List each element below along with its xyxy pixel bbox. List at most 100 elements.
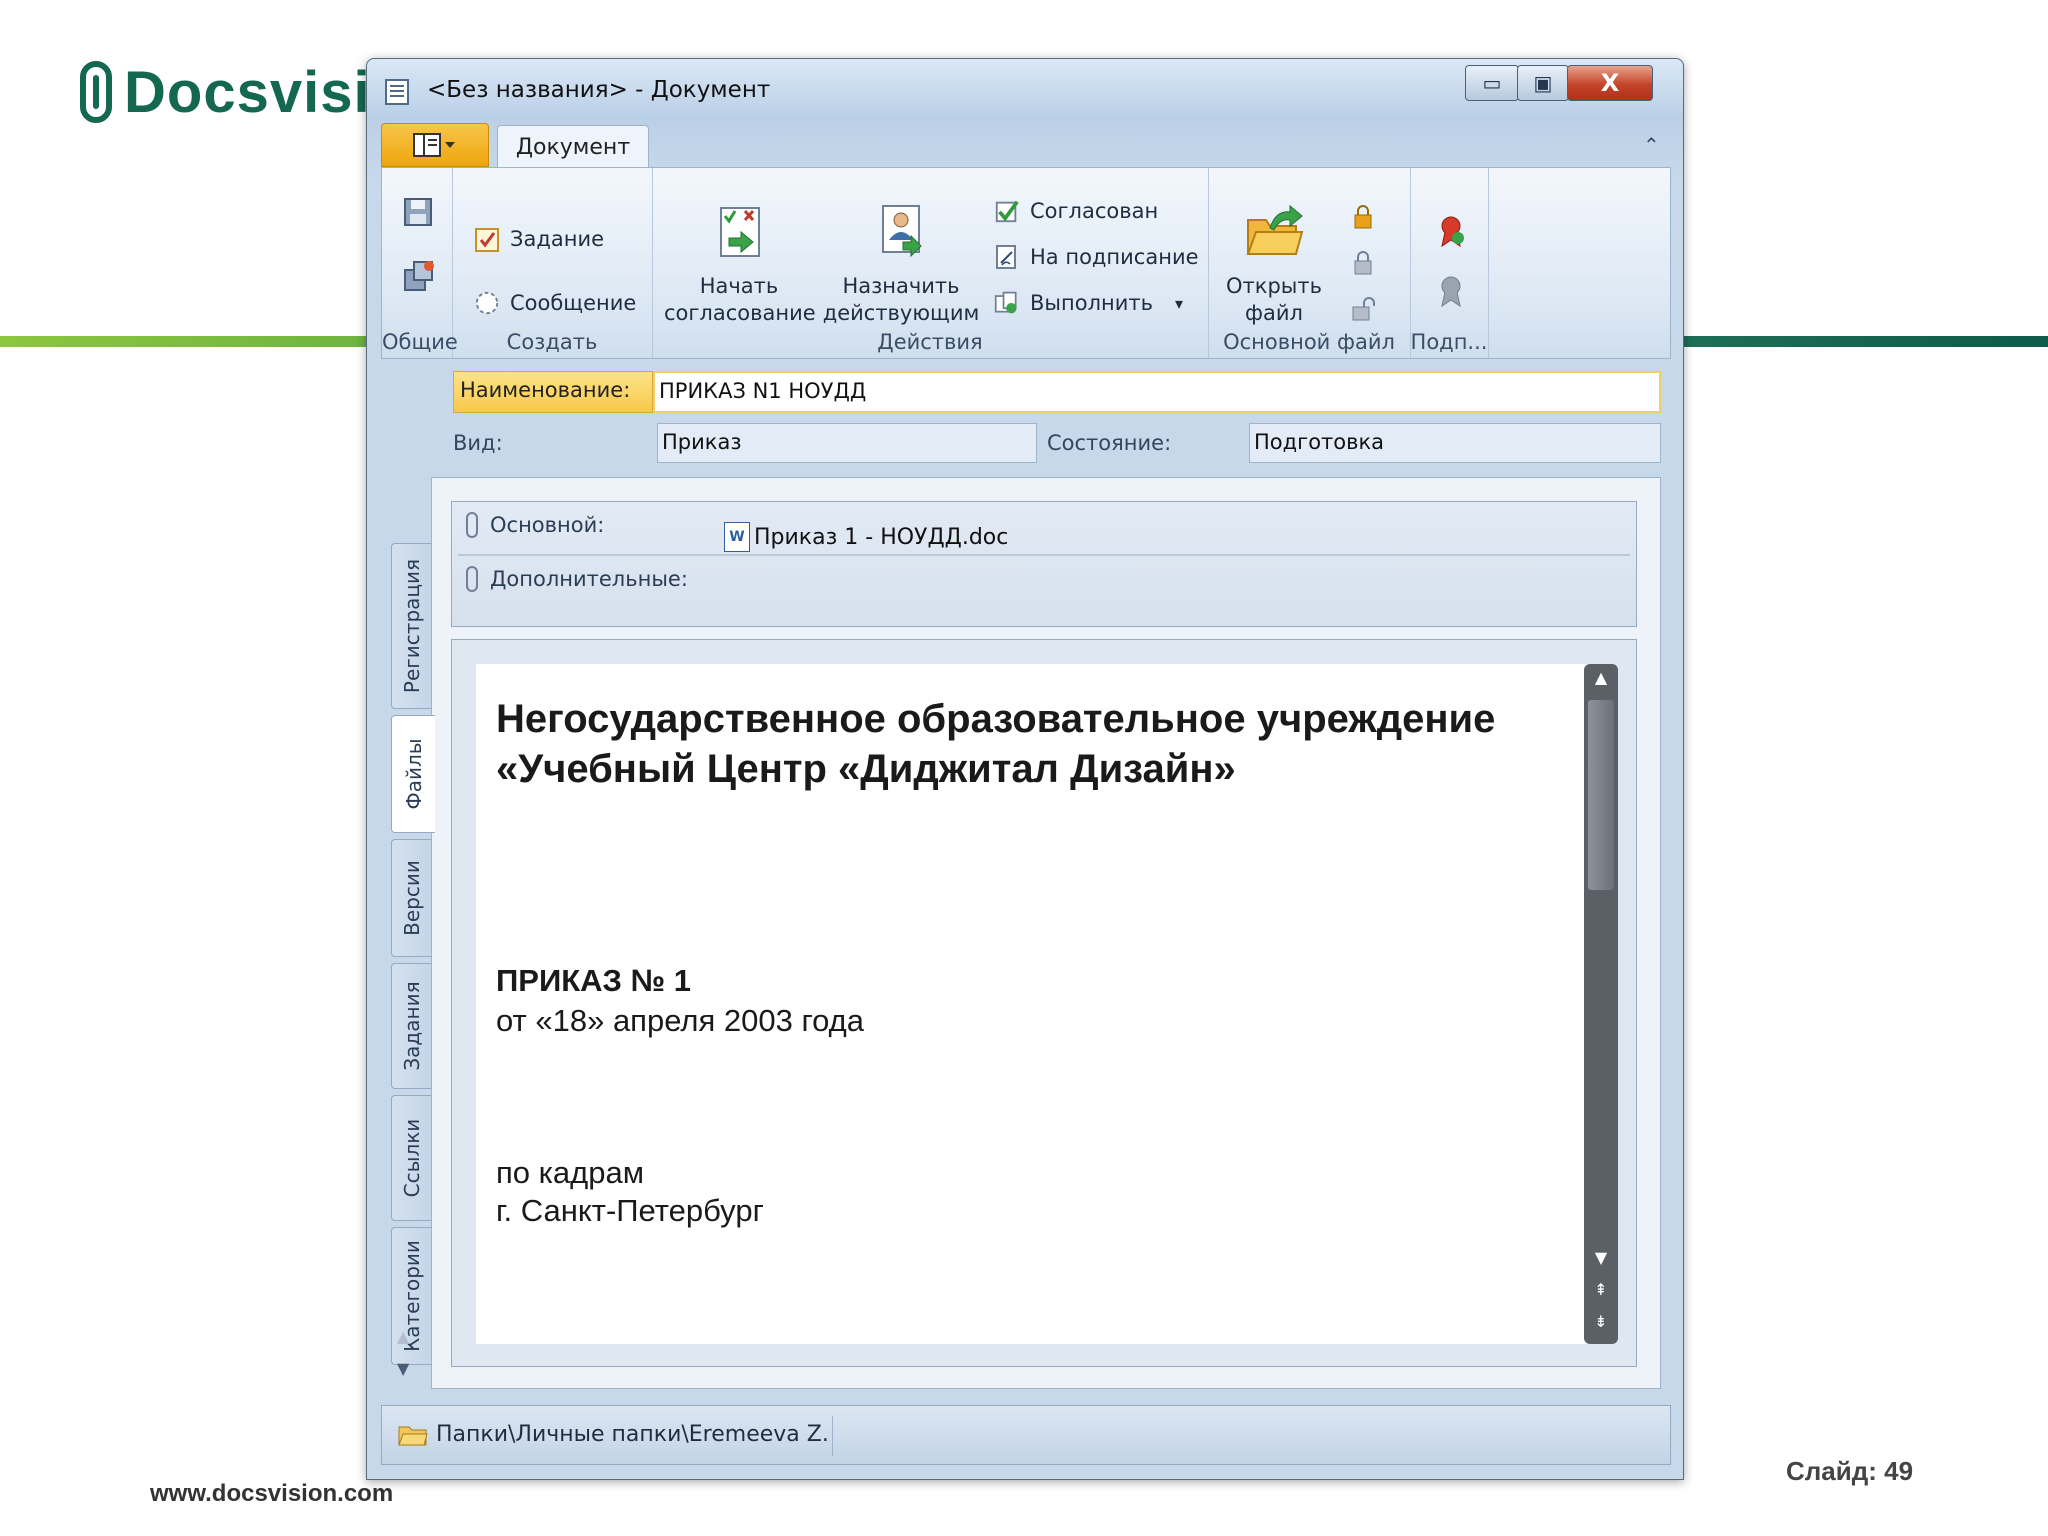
tab-versions[interactable]: Версии xyxy=(391,839,431,957)
tab-links[interactable]: Ссылки xyxy=(391,1095,431,1221)
tab-files-label: Файлы xyxy=(401,738,426,810)
kind-field[interactable]: Приказ xyxy=(657,423,1037,463)
maximize-icon: ▣ xyxy=(1533,71,1553,95)
preview-order-date: от «18» апреля 2003 года xyxy=(496,1003,865,1038)
assign-active-icon xyxy=(882,205,922,258)
tab-tasks[interactable]: Задания xyxy=(391,963,431,1089)
execute-dropdown-icon[interactable]: ▾ xyxy=(1175,294,1183,313)
assign-active-button[interactable]: Назначить действующим xyxy=(822,202,980,327)
close-icon: X xyxy=(1600,69,1620,97)
ribbon-collapse-icon[interactable]: ⌃ xyxy=(1643,133,1660,157)
folder-path[interactable]: Папки\Личные папки\Eremeeva Z. xyxy=(398,1422,829,1447)
title-bar[interactable]: <Без названия> - Документ ▭ ▣ X xyxy=(367,59,1683,119)
save-icon[interactable] xyxy=(402,196,434,228)
status-separator xyxy=(832,1416,833,1456)
group-label-actions: Действия xyxy=(877,330,983,354)
assign-active-label-1: Назначить xyxy=(842,274,960,298)
to-sign-icon xyxy=(994,244,1020,270)
preview-heading-line2: «Учебный Центр «Диджитал Дизайн» xyxy=(496,747,1236,791)
group-label-signature: Подп... xyxy=(1410,330,1488,354)
message-icon xyxy=(474,290,500,316)
lock-settings-icon[interactable] xyxy=(1350,250,1376,276)
name-label: Наименование: xyxy=(453,371,653,413)
page-up-icon[interactable]: ⇞ xyxy=(1584,1280,1618,1299)
state-field[interactable]: Подготовка xyxy=(1249,423,1661,463)
side-tabs-scroll-up-icon[interactable]: ▲ xyxy=(397,1327,409,1346)
scroll-thumb[interactable] xyxy=(1588,700,1614,890)
document-preview: Негосударственное образовательное учрежд… xyxy=(451,639,1637,1367)
approved-check-icon xyxy=(994,198,1020,224)
document-window-icon xyxy=(385,79,409,105)
app-menu-button[interactable] xyxy=(381,123,489,167)
create-message-label: Сообщение xyxy=(510,291,637,315)
document-window: <Без названия> - Документ ▭ ▣ X Документ… xyxy=(366,58,1684,1480)
execute-label: Выполнить xyxy=(1030,291,1153,315)
to-sign-button[interactable]: На подписание xyxy=(994,244,1199,270)
create-message-button[interactable]: Сообщение xyxy=(474,290,636,316)
execute-button[interactable]: Выполнить ▾ xyxy=(994,290,1183,316)
scroll-up-icon[interactable]: ▲ xyxy=(1584,668,1618,687)
assign-active-label-2: действующим xyxy=(822,301,980,325)
name-field[interactable]: ПРИКАЗ N1 НОУДД xyxy=(653,371,1661,413)
approved-button[interactable]: Согласован xyxy=(994,198,1158,224)
start-approval-button[interactable]: Начать согласование xyxy=(664,202,816,327)
group-label-main-file: Основной файл xyxy=(1223,330,1395,354)
close-button[interactable]: X xyxy=(1567,65,1653,101)
decor-line-right xyxy=(1681,336,2048,347)
tab-versions-label: Версии xyxy=(399,860,424,936)
decor-line-left xyxy=(0,336,368,347)
tab-registration[interactable]: Регистрация xyxy=(391,543,431,709)
group-label-create: Создать xyxy=(506,330,598,354)
paperclip-logo-icon xyxy=(80,61,112,123)
preview-order-title: ПРИКАЗ № 1 xyxy=(496,963,691,998)
tab-document[interactable]: Документ xyxy=(497,125,649,169)
save-as-icon[interactable] xyxy=(402,260,436,294)
signature-seal-icon[interactable] xyxy=(1436,274,1466,308)
files-divider xyxy=(458,554,1630,556)
ribbon-group-signature: Подп... xyxy=(1410,168,1489,358)
additional-files-row: Дополнительные: xyxy=(466,566,688,592)
maximize-button[interactable]: ▣ xyxy=(1517,65,1569,101)
tab-files[interactable]: Файлы xyxy=(391,715,435,833)
side-tab-strip: Регистрация Файлы Версии Задания Ссылки … xyxy=(391,479,435,1379)
to-sign-label: На подписание xyxy=(1030,245,1199,269)
tab-links-label: Ссылки xyxy=(399,1118,424,1198)
start-approval-label-1: Начать xyxy=(699,274,779,298)
preview-topic: по кадрам xyxy=(496,1155,645,1190)
open-file-button[interactable]: Открыть файл xyxy=(1214,202,1334,327)
preview-scrollbar[interactable]: ▲ ▼ ⇞ ⇟ xyxy=(1584,664,1618,1344)
logo-text: Docsvisio xyxy=(124,59,407,125)
side-tabs-scroll-down-icon[interactable]: ▼ xyxy=(397,1359,409,1378)
folder-icon xyxy=(398,1426,428,1445)
minimize-button[interactable]: ▭ xyxy=(1465,65,1519,101)
ribbon-panel: Общие Задание Сообщение Создать Начать с… xyxy=(381,167,1671,359)
unlock-icon[interactable] xyxy=(1350,296,1376,322)
main-file-row: Основной: xyxy=(466,512,604,538)
status-bar: Папки\Личные папки\Eremeeva Z. xyxy=(381,1405,1671,1465)
main-file-link[interactable]: W Приказ 1 - НОУДД.doc xyxy=(724,522,1008,552)
preview-heading-line1: Негосударственное образовательное учрежд… xyxy=(496,697,1496,741)
group-label-general: Общие xyxy=(382,330,458,354)
ribbon-group-general: Общие xyxy=(382,168,458,358)
ribbon-group-actions: Начать согласование Назначить действующи… xyxy=(652,168,1209,358)
main-file-label: Основной: xyxy=(490,513,605,537)
app-menu-icon xyxy=(413,133,455,157)
ribbon-group-create: Задание Сообщение Создать xyxy=(452,168,653,358)
paperclip-icon xyxy=(466,512,478,538)
kind-label: Вид: xyxy=(453,431,503,455)
preview-page[interactable]: Негосударственное образовательное учрежд… xyxy=(476,664,1606,1344)
create-task-button[interactable]: Задание xyxy=(474,226,604,252)
state-label: Состояние: xyxy=(1047,431,1172,455)
execute-icon xyxy=(994,290,1020,316)
add-signature-icon[interactable] xyxy=(1436,214,1466,248)
footer-url: www.docsvision.com xyxy=(150,1480,394,1507)
page-down-icon[interactable]: ⇟ xyxy=(1584,1312,1618,1331)
open-file-label-2: файл xyxy=(1245,301,1303,325)
preview-heading: Негосударственное образовательное учрежд… xyxy=(496,694,1495,794)
scroll-down-icon[interactable]: ▼ xyxy=(1584,1248,1618,1267)
slide-number: Слайд: 49 xyxy=(1786,1456,1914,1486)
lock-icon[interactable] xyxy=(1350,204,1376,230)
start-approval-label-2: согласование xyxy=(664,301,816,325)
ribbon-group-main-file: Открыть файл Основной файл xyxy=(1208,168,1411,358)
files-list: Основной: W Приказ 1 - НОУДД.doc Дополни… xyxy=(451,501,1637,627)
